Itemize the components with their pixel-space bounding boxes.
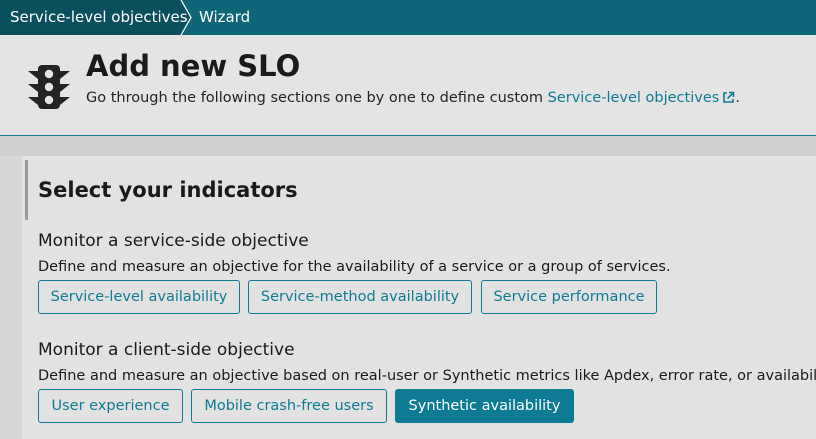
card-title: Select your indicators — [38, 178, 298, 202]
service-level-availability-button[interactable]: Service-level availability — [38, 280, 240, 314]
user-experience-button[interactable]: User experience — [38, 389, 183, 423]
page-description: Go through the following sections one by… — [86, 90, 740, 106]
breadcrumb-item-wizard: Wizard — [199, 8, 251, 26]
slo-docs-link-label[interactable]: Service-level objectives — [548, 90, 720, 106]
card-accent-bar — [25, 160, 28, 220]
mobile-crash-free-users-button[interactable]: Mobile crash-free users — [191, 389, 387, 423]
page-description-suffix: . — [735, 90, 740, 106]
breadcrumb-item-label[interactable]: Service-level objectives — [10, 0, 188, 35]
page-title: Add new SLO — [86, 49, 301, 83]
external-link-icon[interactable] — [722, 91, 735, 104]
traffic-light-icon — [28, 65, 70, 109]
service-side-description: Define and measure an objective for the … — [38, 259, 671, 275]
breadcrumb: Service-level objectives Wizard — [0, 0, 816, 35]
slo-docs-link[interactable]: Service-level objectives — [548, 90, 736, 106]
service-performance-button[interactable]: Service performance — [481, 280, 657, 314]
client-side-heading: Monitor a client-side objective — [38, 340, 295, 360]
service-method-availability-button[interactable]: Service-method availability — [248, 280, 472, 314]
page-header: Add new SLO Go through the following sec… — [0, 35, 816, 136]
page-description-text: Go through the following sections one by… — [86, 90, 548, 106]
indicator-card: Select your indicators Monitor a service… — [22, 156, 816, 439]
synthetic-availability-button[interactable]: Synthetic availability — [395, 389, 574, 423]
client-side-description: Define and measure an objective based on… — [38, 368, 816, 384]
header-divider — [0, 136, 816, 156]
service-side-heading: Monitor a service-side objective — [38, 231, 309, 251]
